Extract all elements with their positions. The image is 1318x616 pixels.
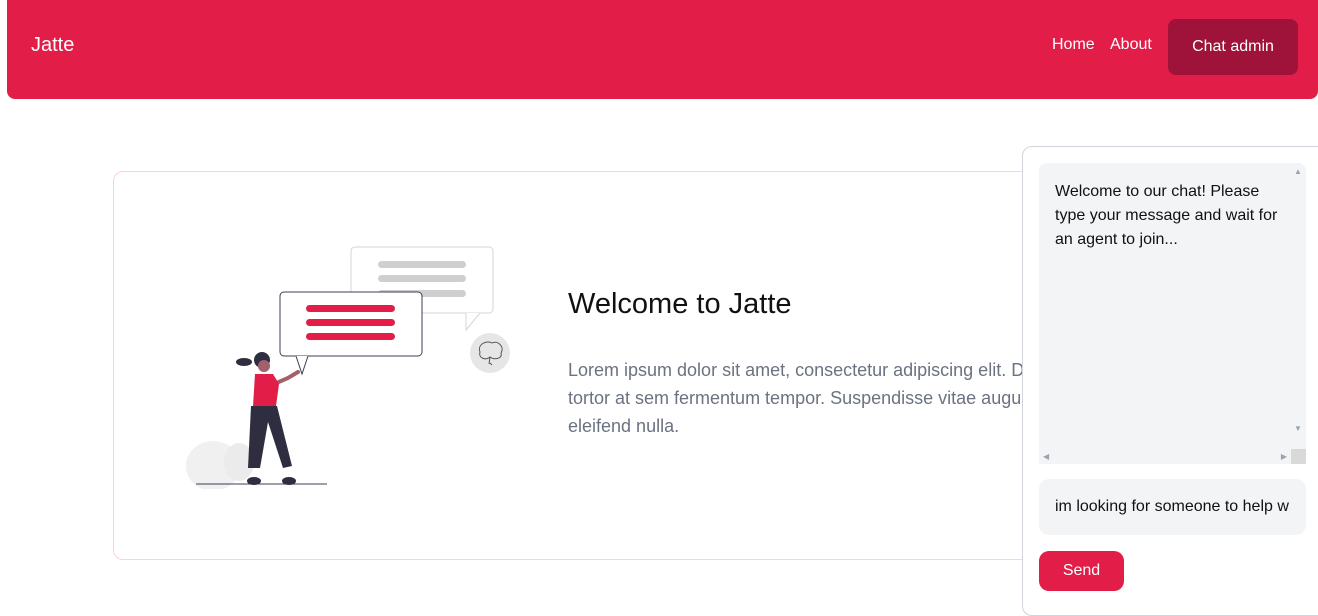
brain-icon xyxy=(470,333,510,373)
woman-legs xyxy=(248,406,292,468)
chat-log[interactable]: Welcome to our chat! Please type your me… xyxy=(1039,163,1306,464)
brand-logo[interactable]: Jatte xyxy=(31,34,74,57)
chat-admin-button[interactable]: Chat admin xyxy=(1168,19,1298,75)
hero-title: Welcome to Jatte xyxy=(568,288,792,320)
scroll-left-icon[interactable]: ◀ xyxy=(1043,452,1049,461)
woman-hair xyxy=(236,358,252,366)
hero-description-line: tortor at sem fermentum tempor. Suspendi… xyxy=(568,388,1032,408)
send-button[interactable]: Send xyxy=(1039,551,1124,591)
message-input[interactable] xyxy=(1039,479,1306,535)
hero-card: Welcome to Jatte Lorem ipsum dolor sit a… xyxy=(113,171,1073,560)
chat-illustration xyxy=(186,246,510,489)
chat-panel: Welcome to our chat! Please type your me… xyxy=(1022,146,1318,616)
horizontal-scrollbar[interactable]: ◀ ▶ xyxy=(1039,449,1291,464)
hero-description-line: eleifend nulla. xyxy=(568,416,680,436)
scroll-right-icon[interactable]: ▶ xyxy=(1281,452,1287,461)
vertical-scrollbar[interactable]: ▲ ▼ xyxy=(1291,163,1306,449)
scroll-up-icon[interactable]: ▲ xyxy=(1294,167,1302,176)
woman-shirt xyxy=(253,374,279,406)
scrollbar-corner xyxy=(1291,449,1306,464)
navbar: Jatte Home About Chat admin xyxy=(7,0,1318,99)
hero-description: Lorem ipsum dolor sit amet, consectetur … xyxy=(568,356,1068,440)
hero-description-line: Lorem ipsum dolor sit amet, consectetur … xyxy=(568,360,1025,380)
scroll-down-icon[interactable]: ▼ xyxy=(1294,424,1302,433)
nav-link-home[interactable]: Home xyxy=(1052,36,1095,54)
chat-welcome-message: Welcome to our chat! Please type your me… xyxy=(1055,183,1278,248)
nav-link-about[interactable]: About xyxy=(1110,36,1152,54)
